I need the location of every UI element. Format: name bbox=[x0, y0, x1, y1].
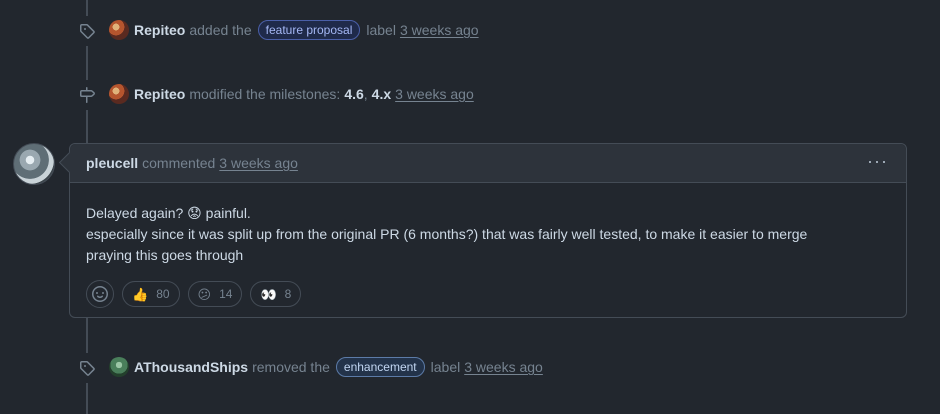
event-author[interactable]: Repiteo bbox=[134, 86, 185, 102]
reaction-count: 80 bbox=[156, 286, 170, 301]
reaction-count: 14 bbox=[219, 286, 233, 301]
reaction-confused[interactable]: 😕 14 bbox=[187, 281, 243, 307]
avatar[interactable] bbox=[13, 143, 55, 185]
reactions: 👍 80 😕 14 👀 8 bbox=[86, 280, 890, 308]
add-reaction-button[interactable] bbox=[86, 280, 114, 308]
comment-line: praying this goes through bbox=[86, 247, 244, 263]
milestone-link[interactable]: 4.x bbox=[372, 86, 391, 102]
comment: pleucell commented 3 weeks ago ··· Delay… bbox=[69, 143, 907, 318]
event-suffix: label bbox=[430, 359, 461, 375]
event-milestone-badge bbox=[72, 80, 102, 110]
comment-timestamp[interactable]: 3 weeks ago bbox=[219, 155, 298, 171]
avatar[interactable] bbox=[109, 20, 129, 40]
event-timestamp[interactable]: 3 weeks ago bbox=[395, 86, 474, 102]
reaction-count: 8 bbox=[284, 286, 292, 301]
comment-body: Delayed again? 😟 painful. especially sin… bbox=[70, 183, 906, 308]
event-action: modified the milestones: bbox=[189, 86, 341, 102]
event-label-badge bbox=[72, 353, 102, 383]
event-label-badge bbox=[72, 16, 102, 46]
event-suffix: label bbox=[366, 22, 396, 38]
milestone-separator: , bbox=[363, 86, 368, 102]
event-author[interactable]: AThousandShips bbox=[134, 359, 248, 375]
event-action: added the bbox=[189, 22, 252, 38]
milestone-link[interactable]: 4.6 bbox=[344, 86, 363, 102]
thumbs-up-icon: 👍 bbox=[132, 286, 149, 302]
comment-verb: commented bbox=[142, 155, 216, 171]
event-author[interactable]: Repiteo bbox=[134, 22, 185, 38]
event-milestone-modified: Repiteo modified the milestones: 4.6 , 4… bbox=[109, 84, 474, 104]
event-label-added: Repiteo added the feature proposal label… bbox=[109, 20, 479, 40]
avatar[interactable] bbox=[109, 84, 129, 104]
event-timestamp[interactable]: 3 weeks ago bbox=[464, 359, 543, 375]
reaction-eyes[interactable]: 👀 8 bbox=[250, 281, 302, 307]
eyes-icon: 👀 bbox=[260, 286, 277, 302]
label-badge[interactable]: enhancement bbox=[335, 357, 425, 377]
milestone-icon bbox=[80, 87, 95, 103]
event-label-removed: AThousandShips removed the enhancement l… bbox=[109, 357, 543, 377]
smiley-icon bbox=[92, 286, 108, 302]
label-badge[interactable]: feature proposal bbox=[257, 20, 361, 40]
confused-face-icon: 😕 bbox=[197, 286, 212, 302]
comment-line: especially since it was split up from th… bbox=[86, 226, 808, 242]
tag-icon bbox=[80, 361, 95, 376]
comment-header: pleucell commented 3 weeks ago ··· bbox=[70, 144, 906, 183]
avatar[interactable] bbox=[109, 357, 129, 377]
reaction-thumbs-up[interactable]: 👍 80 bbox=[122, 281, 180, 307]
kebab-menu-icon[interactable]: ··· bbox=[867, 152, 888, 170]
tag-icon bbox=[80, 24, 95, 39]
event-timestamp[interactable]: 3 weeks ago bbox=[400, 22, 479, 38]
comment-author[interactable]: pleucell bbox=[86, 155, 138, 171]
event-action: removed the bbox=[252, 359, 330, 375]
comment-line: Delayed again? 😟 painful. bbox=[86, 205, 251, 221]
